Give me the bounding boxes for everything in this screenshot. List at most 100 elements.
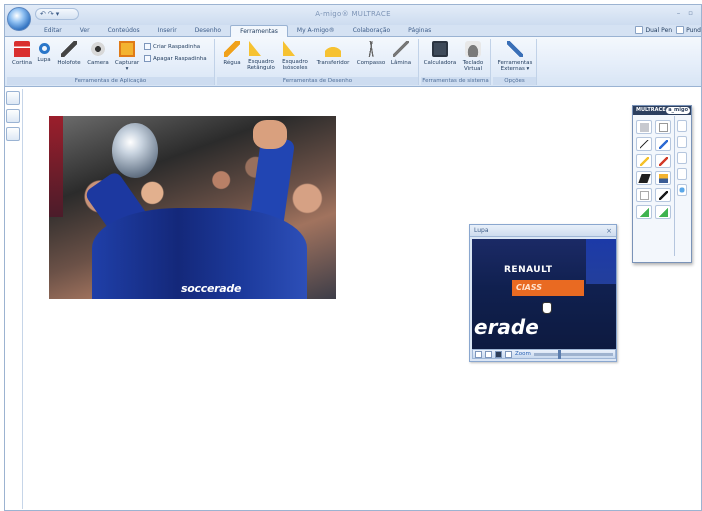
palette-pencil-icon[interactable]: [676, 120, 687, 132]
lupa-dark-icon[interactable]: [495, 350, 502, 358]
ribbon-tabs: Editar Ver Conteúdos Inserir Desenho Fer…: [35, 25, 440, 37]
eraser-icon: [640, 123, 649, 132]
blue-pen-icon: [659, 140, 668, 149]
regua-button[interactable]: Régua: [221, 41, 243, 66]
palette-black-pen-button[interactable]: [655, 188, 671, 202]
tab-editar[interactable]: Editar: [35, 25, 71, 37]
holofote-button[interactable]: Holofote: [55, 41, 83, 66]
rectangle-icon: [659, 123, 668, 132]
palette-next-page-button[interactable]: [655, 205, 671, 219]
photo-sponsor-text: soccerade: [181, 282, 242, 296]
palette-black-eraser-button[interactable]: [636, 171, 652, 185]
lamina-label: Lâmina: [390, 60, 412, 66]
ferramentas-externas-button[interactable]: Ferramentas Externas ▾: [495, 41, 535, 72]
esquadro-isosceles-button[interactable]: Esquadro Isósceles: [279, 41, 311, 71]
minimize-button[interactable]: –: [677, 9, 681, 17]
lupa-view-big-text: erade: [474, 315, 539, 339]
dual-pen-link[interactable]: Dual Pen: [635, 26, 672, 34]
pund-label: Pund: [686, 26, 701, 34]
palette-new-page-button[interactable]: [636, 205, 652, 219]
esquadro-retangulo-label2: Retângulo: [247, 65, 275, 71]
compasso-button[interactable]: Compasso: [355, 41, 387, 66]
lupa-label: Lupa: [37, 57, 51, 63]
palette-wand-icon[interactable]: [676, 168, 687, 180]
attachment-tool-icon[interactable]: [6, 127, 20, 141]
palette-eraser-button[interactable]: [636, 120, 652, 134]
resource-tool-icon[interactable]: [6, 109, 20, 123]
zoom-slider[interactable]: [533, 349, 613, 359]
palette-tool-grid: [636, 120, 671, 219]
photo-fist: [252, 119, 288, 149]
calculadora-button[interactable]: Calculadora: [423, 41, 457, 66]
magnifier-icon: [38, 43, 50, 54]
palette-question-icon[interactable]: [676, 136, 687, 148]
keyboard-icon: [465, 41, 481, 57]
lupa-settings-icon[interactable]: [505, 350, 512, 358]
group-caption-aplicacao: Ferramentas de Aplicação: [7, 77, 214, 85]
palette-select-button[interactable]: [636, 137, 652, 151]
tools-icon: [507, 41, 523, 57]
tab-conteudos[interactable]: Conteúdos: [99, 25, 149, 37]
lupa-title-bar[interactable]: Lupa ×: [470, 225, 616, 237]
capturar-button[interactable]: Capturar ▾: [113, 41, 141, 72]
teclado-virtual-button[interactable]: Teclado Virtual: [459, 41, 487, 72]
esquadro-retangulo-button[interactable]: Esquadro Retângulo: [245, 41, 277, 71]
palette-image-button[interactable]: [655, 171, 671, 185]
canvas-photo[interactable]: soccerade: [49, 116, 336, 299]
tab-ver[interactable]: Ver: [71, 25, 99, 37]
criar-raspadinha-label: Criar Raspadinha: [153, 43, 201, 50]
set-square-isosceles-icon: [283, 41, 295, 56]
tab-paginas[interactable]: Páginas: [399, 25, 440, 37]
lupa-button[interactable]: Lupa: [35, 41, 53, 63]
spotlight-icon: [61, 41, 77, 57]
arrow-cursor-icon: [640, 140, 649, 149]
new-page-icon: [640, 208, 649, 217]
left-divider: [22, 89, 23, 509]
transferidor-button[interactable]: Transferidor: [313, 41, 353, 66]
maximize-button[interactable]: ▫: [688, 9, 693, 17]
palette-color-icon[interactable]: [676, 184, 687, 196]
lupa-view-brand: RENAULT: [504, 265, 553, 275]
criar-raspadinha-button[interactable]: Criar Raspadinha: [144, 43, 200, 50]
app-window: ↶ ↷ ▾ A-migo® MULTRACE – ▫ Editar Ver Co…: [4, 4, 702, 511]
close-icon[interactable]: ×: [606, 227, 612, 235]
lupa-view-sleeve: [586, 239, 616, 284]
cortina-button[interactable]: Cortina: [11, 41, 33, 66]
multrace-palette[interactable]: MULTRACE a_migo: [632, 105, 692, 263]
tab-desenho[interactable]: Desenho: [186, 25, 230, 37]
holofote-label: Holofote: [57, 60, 81, 66]
tab-my-amigo[interactable]: My A-migo®: [288, 25, 344, 37]
black-eraser-icon: [638, 174, 651, 183]
red-pen-icon: [659, 157, 668, 166]
camera-button[interactable]: Camera: [85, 41, 111, 66]
highlighter-icon: [640, 157, 649, 166]
photo-trophy: [112, 123, 159, 179]
camera-label: Camera: [87, 60, 109, 66]
palette-blank-page-button[interactable]: [636, 188, 652, 202]
calculadora-label: Calculadora: [423, 60, 457, 66]
cortina-label: Cortina: [11, 60, 32, 66]
left-toolbar: [5, 89, 22, 149]
palette-blue-pen-button[interactable]: [655, 137, 671, 151]
group-ferramentas-desenho: Régua Esquadro Retângulo Esquadro Isósce…: [217, 39, 419, 85]
pund-link[interactable]: Pund: [676, 26, 701, 34]
palette-highlighter-button[interactable]: [636, 154, 652, 168]
lamina-button[interactable]: Lâmina: [389, 41, 413, 66]
palette-rectangle-button[interactable]: [655, 120, 671, 134]
page-tool-icon[interactable]: [6, 91, 20, 105]
palette-header[interactable]: MULTRACE a_migo: [633, 106, 691, 115]
application-menu-button[interactable]: [7, 7, 31, 31]
palette-red-pen-button[interactable]: [655, 154, 671, 168]
apagar-raspadinha-button[interactable]: Apagar Raspadinha: [144, 55, 207, 62]
lupa-image-icon[interactable]: [475, 350, 482, 358]
lupa-window[interactable]: Lupa × RENAULT ClASS erade Zoom: [469, 224, 617, 362]
compass-icon: [363, 41, 379, 57]
palette-brush-icon[interactable]: [676, 152, 687, 164]
lupa-copy-icon[interactable]: [485, 350, 492, 358]
blank-page-icon: [640, 191, 649, 200]
title-bar: ↶ ↷ ▾ A-migo® MULTRACE – ▫: [5, 5, 701, 25]
tab-ferramentas[interactable]: Ferramentas: [230, 25, 288, 37]
tab-inserir[interactable]: Inserir: [149, 25, 186, 37]
blade-icon: [393, 41, 409, 57]
tab-colaboracao[interactable]: Colaboração: [344, 25, 399, 37]
